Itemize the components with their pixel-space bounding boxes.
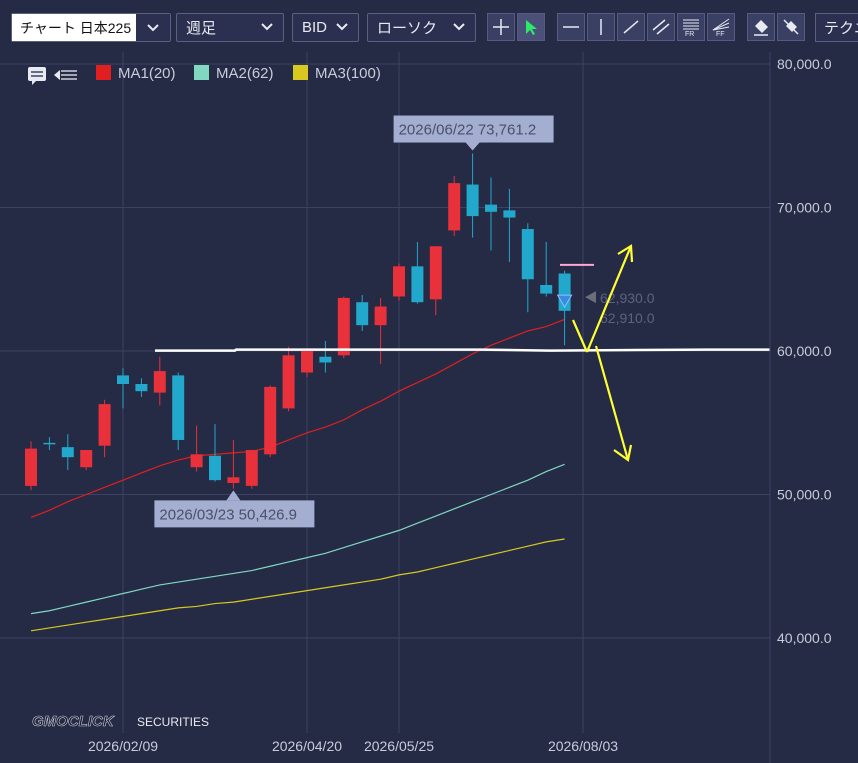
comment-icon[interactable] <box>28 67 46 85</box>
candle-up <box>301 351 313 373</box>
candle-up <box>337 297 350 356</box>
candle-down <box>172 375 185 440</box>
ma3-legend-swatch <box>293 65 308 80</box>
user-horizontal-line[interactable] <box>155 348 770 352</box>
candle-up <box>374 306 387 326</box>
candle-up <box>448 183 461 231</box>
current-price-label: 62,910.0 <box>600 310 655 326</box>
x-tick-label: 2026/02/09 <box>88 738 158 754</box>
user-drawings: 62,930.062,910.0 <box>155 244 770 462</box>
candle-up <box>282 355 295 409</box>
candle-down <box>43 442 56 445</box>
moving-average-lines <box>30 318 565 632</box>
candles <box>25 153 571 491</box>
price-pointer-icon <box>585 291 596 304</box>
ma1-legend-label: MA1(20) <box>118 65 176 82</box>
watermark-suffix: SECURITIES <box>137 715 209 729</box>
x-tick-label: 2026/04/20 <box>272 738 342 754</box>
price-callout-text: 2026/03/23 50,426.9 <box>159 506 297 523</box>
ma2-legend-label: MA2(62) <box>216 65 274 82</box>
y-tick-label: 70,000.0 <box>777 200 832 216</box>
candle-up <box>153 371 166 393</box>
y-tick-label: 40,000.0 <box>777 630 832 646</box>
candle-down <box>117 375 129 385</box>
arrow-line-down <box>594 345 630 461</box>
candle-up <box>264 386 277 455</box>
ma2-legend-swatch <box>194 65 209 80</box>
ma3-line <box>30 538 565 632</box>
candle-down <box>61 447 74 458</box>
candle-down <box>503 210 516 218</box>
y-tick-label: 50,000.0 <box>777 487 832 503</box>
candle-down <box>356 302 369 326</box>
candle-up <box>25 448 37 486</box>
arrow-line-link <box>571 319 589 353</box>
x-tick-label: 2026/08/03 <box>548 738 618 754</box>
candle-down <box>466 184 479 217</box>
candle-down <box>521 229 534 280</box>
y-tick-label: 60,000.0 <box>777 343 832 359</box>
candle-up <box>80 450 93 468</box>
price-callout-text: 2026/06/22 73,761.2 <box>399 122 537 139</box>
candle-down <box>319 356 332 363</box>
candle-down <box>135 384 148 392</box>
ma1-legend-swatch <box>96 65 111 80</box>
y-tick-label: 80,000.0 <box>777 56 832 72</box>
legend: MA1(20) MA2(62) MA3(100) <box>28 65 381 85</box>
watermark-brand: GMOCLICK <box>32 713 115 730</box>
candle-up <box>429 246 442 300</box>
candle-up <box>190 454 203 468</box>
candle-down <box>209 455 221 481</box>
candle-up <box>393 266 405 297</box>
candle-down <box>485 204 497 212</box>
callout-pointer <box>226 490 241 501</box>
chart-grid <box>0 52 770 733</box>
candle-up <box>98 404 111 446</box>
candle-up <box>245 450 258 486</box>
axes: 80,000.0 70,000.0 60,000.0 50,000.0 40,000.0… <box>88 52 832 763</box>
arrow-down-icon <box>613 444 633 462</box>
candlestick-chart[interactable]: 62,930.062,910.0 2026/06/22 73,761.2 2026… <box>0 0 858 763</box>
candle-up <box>227 477 240 484</box>
ma3-legend-label: MA3(100) <box>315 65 381 82</box>
candle-down <box>411 266 424 303</box>
ma2-line <box>30 463 565 615</box>
collapse-legend-icon[interactable] <box>54 70 77 80</box>
x-tick-label: 2026/05/25 <box>364 738 434 754</box>
watermark-logo: GMOCLICK SECURITIES <box>32 713 209 731</box>
candle-down <box>540 284 553 294</box>
callout-pointer <box>465 142 480 151</box>
